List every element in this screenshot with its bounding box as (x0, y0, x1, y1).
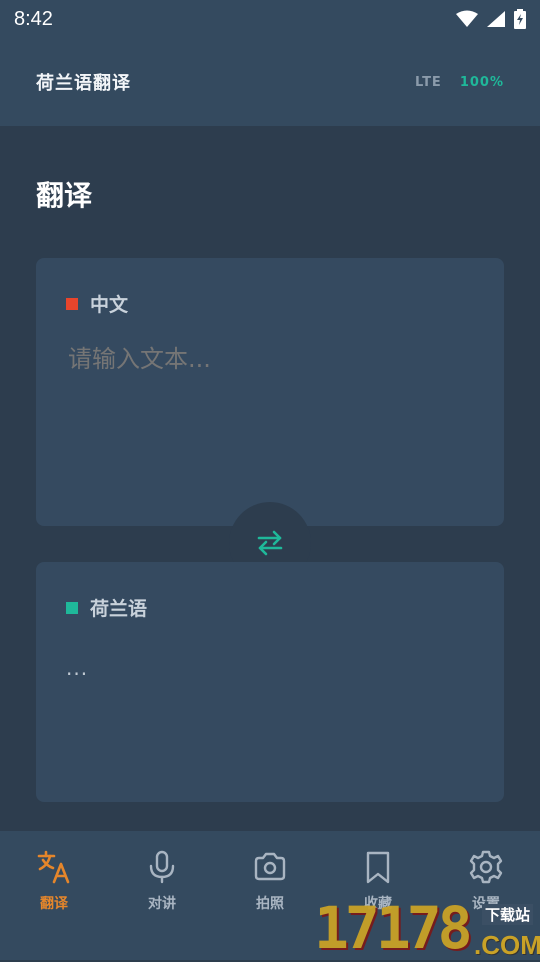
status-time: 8:42 (14, 7, 53, 30)
network-type: LTE (414, 74, 442, 90)
target-language-selector[interactable]: 荷兰语 (66, 594, 147, 621)
status-bar: 8:42 (0, 0, 540, 38)
nav-item-favorites[interactable]: 收藏 (326, 849, 430, 913)
app-bar: 荷兰语翻译 LTE 100% (0, 38, 540, 126)
microphone-icon (149, 850, 175, 884)
source-language-label: 中文 (90, 294, 129, 316)
page-title: 翻译 (36, 179, 93, 212)
translation-output: ... (66, 656, 89, 680)
target-language-label: 荷兰语 (90, 598, 148, 620)
nav-item-settings[interactable]: 设置 (434, 849, 538, 913)
source-language-marker (66, 297, 78, 310)
signal-icon (487, 11, 505, 27)
bookmark-icon (366, 851, 390, 884)
status-icons (456, 9, 526, 29)
nav-label-intercom: 对讲 (148, 896, 176, 912)
wifi-icon (456, 10, 478, 27)
nav-item-intercom[interactable]: 对讲 (110, 849, 214, 913)
nav-item-camera[interactable]: 拍照 (218, 849, 322, 913)
nav-item-translate[interactable]: 翻译 (2, 849, 106, 913)
nav-label-favorites: 收藏 (364, 896, 392, 912)
battery-percentage: 100% (459, 74, 504, 90)
source-language-selector[interactable]: 中文 (66, 290, 128, 317)
target-language-marker (66, 601, 78, 614)
translate-icon (37, 850, 70, 884)
app-status: LTE 100% (415, 75, 504, 90)
gear-icon (469, 850, 503, 884)
source-card: 中文 (36, 258, 504, 526)
nav-label-translate: 翻译 (40, 896, 68, 912)
battery-icon (514, 9, 526, 29)
camera-icon (254, 852, 286, 881)
app-title: 荷兰语翻译 (36, 73, 131, 94)
nav-label-camera: 拍照 (256, 896, 284, 912)
source-text-input[interactable] (66, 344, 470, 374)
bottom-navigation: 翻译 对讲 拍照 收藏 设置 (0, 831, 540, 960)
target-card: 荷兰语 ... (36, 562, 504, 802)
swap-arrows-icon (257, 530, 283, 556)
nav-label-settings: 设置 (472, 896, 500, 912)
